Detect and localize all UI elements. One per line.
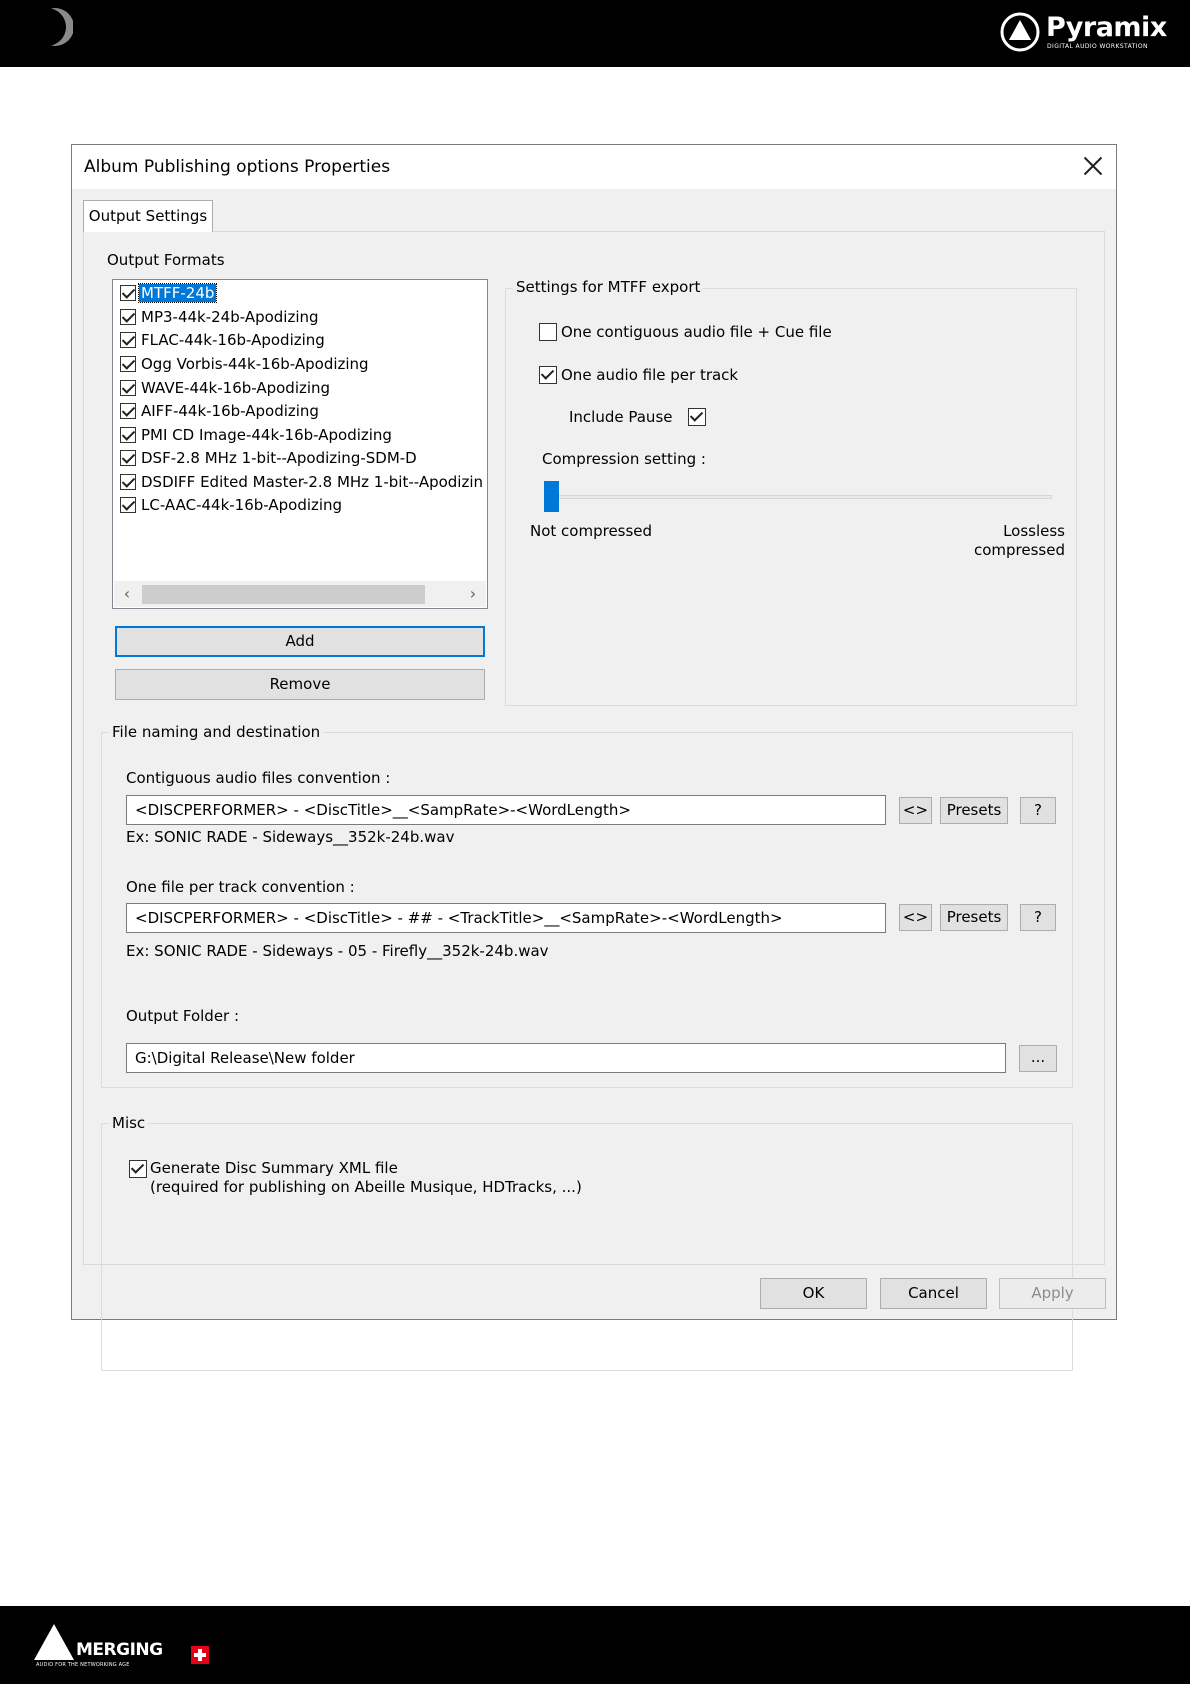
checkbox[interactable] bbox=[120, 403, 136, 419]
list-item-label: DSDIFF Edited Master-2.8 MHz 1-bit--Apod… bbox=[141, 473, 482, 491]
page-header: Pyramix DIGITAL AUDIO WORKSTATION bbox=[0, 0, 1190, 67]
cancel-button[interactable]: Cancel bbox=[880, 1278, 987, 1309]
xml-summary-label: Generate Disc Summary XML file bbox=[150, 1159, 398, 1177]
contiguous-example: Ex: SONIC RADE - Sideways__352k-24b.wav bbox=[126, 828, 455, 846]
title-bar: Album Publishing options Properties bbox=[72, 145, 1116, 189]
scroll-thumb[interactable] bbox=[142, 585, 425, 604]
output-folder-label: Output Folder : bbox=[126, 1007, 240, 1025]
per-track-example: Ex: SONIC RADE - Sideways - 05 - Firefly… bbox=[126, 942, 549, 960]
list-item-label: DSF-2.8 MHz 1-bit--Apodizing-SDM-D bbox=[141, 449, 417, 467]
list-item[interactable]: FLAC-44k-16b-Apodizing bbox=[120, 329, 482, 351]
contiguous-tags-button[interactable]: <> bbox=[899, 797, 932, 824]
compression-label: Compression setting : bbox=[542, 450, 706, 468]
per-track-convention-label: One file per track convention : bbox=[126, 878, 355, 896]
list-item-label: FLAC-44k-16b-Apodizing bbox=[141, 331, 325, 349]
list-item[interactable]: MTFF-24b bbox=[120, 282, 482, 304]
output-folder-input[interactable]: G:\Digital Release\New folder bbox=[126, 1043, 1006, 1073]
close-icon[interactable] bbox=[1080, 153, 1106, 179]
include-pause-checkbox[interactable] bbox=[688, 408, 706, 426]
add-button[interactable]: Add bbox=[115, 626, 485, 657]
contiguous-convention-input[interactable]: <DISCPERFORMER> - <DiscTitle>__<SampRate… bbox=[126, 795, 886, 825]
checkbox[interactable] bbox=[120, 450, 136, 466]
browse-button[interactable]: ... bbox=[1019, 1045, 1057, 1072]
checkbox[interactable] bbox=[120, 497, 136, 513]
apply-button[interactable]: Apply bbox=[999, 1278, 1106, 1309]
checkbox[interactable] bbox=[120, 427, 136, 443]
per-track-tags-button[interactable]: <> bbox=[899, 904, 932, 931]
scroll-right-icon[interactable]: › bbox=[464, 585, 482, 603]
list-item-label: MTFF-24b bbox=[137, 283, 218, 303]
per-track-convention-input[interactable]: <DISCPERFORMER> - <DiscTitle> - ## - <Tr… bbox=[126, 903, 886, 933]
per-track-help-button[interactable]: ? bbox=[1020, 904, 1056, 931]
list-item-label: AIFF-44k-16b-Apodizing bbox=[141, 402, 319, 420]
contiguous-presets-button[interactable]: Presets bbox=[940, 797, 1008, 824]
pyramix-brand: Pyramix bbox=[1046, 12, 1167, 43]
remove-button[interactable]: Remove bbox=[115, 669, 485, 700]
slider-track bbox=[544, 495, 1052, 499]
ok-button[interactable]: OK bbox=[760, 1278, 867, 1309]
pyramix-triangle-icon bbox=[1000, 12, 1040, 52]
output-formats-list[interactable]: MTFF-24b MP3-44k-24b-Apodizing FLAC-44k-… bbox=[112, 279, 488, 609]
checkbox[interactable] bbox=[120, 474, 136, 490]
list-item[interactable]: LC-AAC-44k-16b-Apodizing bbox=[120, 494, 482, 516]
list-item[interactable]: PMI CD Image-44k-16b-Apodizing bbox=[120, 424, 482, 446]
moon-icon bbox=[43, 8, 73, 46]
per-track-presets-button[interactable]: Presets bbox=[940, 904, 1008, 931]
merging-brand: MERGING bbox=[76, 1640, 163, 1660]
scroll-left-icon[interactable]: ‹ bbox=[118, 585, 136, 603]
list-item-label: MP3-44k-24b-Apodizing bbox=[141, 308, 319, 326]
list-item[interactable]: DSDIFF Edited Master-2.8 MHz 1-bit--Apod… bbox=[120, 471, 482, 493]
contiguous-option-label: One contiguous audio file + Cue file bbox=[561, 323, 832, 341]
lossless-label: Lossless bbox=[1003, 522, 1065, 540]
list-item[interactable]: MP3-44k-24b-Apodizing bbox=[120, 306, 482, 328]
list-item-label: PMI CD Image-44k-16b-Apodizing bbox=[141, 426, 392, 444]
dialog-title: Album Publishing options Properties bbox=[84, 157, 391, 177]
checkbox[interactable] bbox=[120, 332, 136, 348]
output-formats-label: Output Formats bbox=[107, 251, 225, 269]
checkbox[interactable] bbox=[120, 285, 136, 301]
xml-summary-note: (required for publishing on Abeille Musi… bbox=[150, 1178, 582, 1196]
misc-label: Misc bbox=[109, 1114, 149, 1132]
list-item[interactable]: Ogg Vorbis-44k-16b-Apodizing bbox=[120, 353, 482, 375]
list-item-label: Ogg Vorbis-44k-16b-Apodizing bbox=[141, 355, 369, 373]
checkbox[interactable] bbox=[120, 380, 136, 396]
checkbox[interactable] bbox=[120, 356, 136, 372]
mtff-settings-label: Settings for MTFF export bbox=[513, 278, 704, 296]
tab-output-settings[interactable]: Output Settings bbox=[83, 200, 213, 232]
per-track-option[interactable]: One audio file per track bbox=[539, 366, 738, 384]
xml-summary-checkbox[interactable] bbox=[129, 1160, 147, 1178]
merging-triangle-icon bbox=[34, 1624, 74, 1660]
properties-dialog: Album Publishing options Properties Outp… bbox=[71, 144, 1117, 1371]
merging-logo: MERGING AUDIO FOR THE NETWORKING AGE bbox=[34, 1624, 214, 1674]
list-item[interactable]: WAVE-44k-16b-Apodizing bbox=[120, 377, 482, 399]
list-item-label: LC-AAC-44k-16b-Apodizing bbox=[141, 496, 343, 514]
contiguous-option[interactable]: One contiguous audio file + Cue file bbox=[539, 323, 832, 341]
merging-subtitle: AUDIO FOR THE NETWORKING AGE bbox=[36, 1662, 130, 1668]
contiguous-help-button[interactable]: ? bbox=[1020, 797, 1056, 824]
horizontal-scrollbar[interactable]: ‹ › bbox=[114, 581, 486, 607]
list-item[interactable]: DSF-2.8 MHz 1-bit--Apodizing-SDM-D bbox=[120, 447, 482, 469]
swiss-flag-icon bbox=[191, 1646, 209, 1664]
compression-slider[interactable] bbox=[542, 481, 1054, 512]
file-naming-label: File naming and destination bbox=[109, 723, 324, 741]
compressed-label: compressed bbox=[973, 541, 1065, 559]
not-compressed-label: Not compressed bbox=[530, 522, 653, 540]
per-track-option-label: One audio file per track bbox=[561, 366, 739, 384]
pyramix-subtitle: DIGITAL AUDIO WORKSTATION bbox=[1047, 43, 1148, 50]
include-pause-label: Include Pause bbox=[569, 408, 673, 426]
pyramix-logo: Pyramix DIGITAL AUDIO WORKSTATION bbox=[1000, 12, 1175, 52]
per-track-checkbox[interactable] bbox=[539, 366, 557, 384]
contiguous-convention-label: Contiguous audio files convention : bbox=[126, 769, 391, 787]
slider-thumb[interactable] bbox=[544, 481, 559, 512]
list-item[interactable]: AIFF-44k-16b-Apodizing bbox=[120, 400, 482, 422]
checkbox[interactable] bbox=[120, 309, 136, 325]
contiguous-checkbox[interactable] bbox=[539, 323, 557, 341]
list-item-label: WAVE-44k-16b-Apodizing bbox=[141, 379, 331, 397]
